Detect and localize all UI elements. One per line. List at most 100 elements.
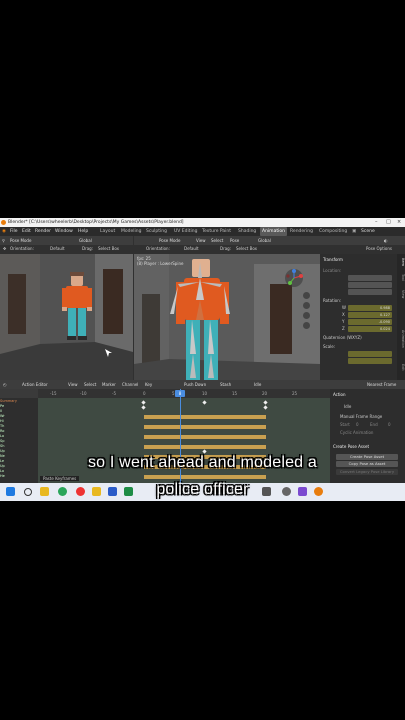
tab-modeling[interactable]: Modeling xyxy=(121,227,141,236)
keyframe[interactable] xyxy=(202,400,207,405)
tab-uv-editing[interactable]: UV Editing xyxy=(174,227,197,236)
transform-section-header[interactable]: Transform xyxy=(323,257,343,262)
keyframe[interactable] xyxy=(263,405,268,410)
maximize-icon[interactable]: □ xyxy=(386,218,391,227)
blender-menu-icon[interactable]: ◉ xyxy=(2,227,6,236)
tab-compositing[interactable]: Compositing xyxy=(319,227,347,236)
rotation-x-field[interactable]: 0.127 xyxy=(348,312,392,318)
keyframe[interactable] xyxy=(141,400,146,405)
rotation-y-field[interactable]: -0.090 xyxy=(348,319,392,325)
tab-shading[interactable]: Shading xyxy=(238,227,256,236)
tab-view[interactable]: View xyxy=(397,290,405,298)
navigation-gizmo-icon[interactable] xyxy=(284,268,304,288)
stash-button[interactable]: Stash xyxy=(220,380,231,389)
right-mode-dropdown[interactable]: Pose Mode xyxy=(159,236,180,245)
right-transform-dropdown[interactable]: Global xyxy=(258,236,271,245)
menu-window[interactable]: Window xyxy=(55,227,73,236)
scene-selector[interactable]: Scene xyxy=(361,227,375,236)
active-bone-readout: (8) Player : LowerSpine xyxy=(137,261,184,266)
tab-animation[interactable]: Animation xyxy=(260,227,287,236)
menu-help[interactable]: Help xyxy=(78,227,88,236)
tab-rendering[interactable]: Rendering xyxy=(290,227,313,236)
menu-select[interactable]: Select xyxy=(211,236,223,245)
location-z-field[interactable] xyxy=(348,289,392,295)
dopesheet-menu-channel[interactable]: Channel xyxy=(122,380,138,389)
action-sidebar-panel: Action Idle Manual Frame Range Start 0 E… xyxy=(330,389,405,494)
keyframe-hold-bar[interactable] xyxy=(144,425,266,429)
menu-file[interactable]: File xyxy=(10,227,18,236)
location-y-field[interactable] xyxy=(348,282,392,288)
left-mode-dropdown[interactable]: Pose Mode xyxy=(10,236,31,245)
menu-pose[interactable]: Pose xyxy=(230,236,239,245)
frame-end-field[interactable]: 0 xyxy=(388,422,391,427)
cyclic-animation-checkbox[interactable]: Cyclic Animation xyxy=(340,430,373,435)
dopesheet-menu-view[interactable]: View xyxy=(68,380,78,389)
tab-animation-sidebar[interactable]: Animation xyxy=(397,330,405,348)
menu-edit[interactable]: Edit xyxy=(22,227,31,236)
left-drag-dropdown[interactable]: Select Box xyxy=(98,245,119,253)
close-icon[interactable]: × xyxy=(397,218,401,227)
keyframe-hold-bar[interactable] xyxy=(144,475,266,479)
tab-texture-paint[interactable]: Texture Paint xyxy=(202,227,231,236)
camera-view-icon[interactable] xyxy=(303,312,310,319)
pose-options-dropdown[interactable]: Pose Options xyxy=(366,245,392,253)
location-x-field[interactable] xyxy=(348,275,392,281)
armature-icon: ⚲ xyxy=(2,238,5,243)
zoom-icon[interactable] xyxy=(303,292,310,299)
tab-edit[interactable]: Edit xyxy=(397,364,405,371)
push-down-button[interactable]: Push Down xyxy=(184,380,206,389)
snap-mode-dropdown[interactable]: Nearest Frame xyxy=(367,380,396,389)
keyframe-hold-bar[interactable] xyxy=(144,445,266,449)
frame-tick: 15 xyxy=(232,391,238,396)
dopesheet-header: ◴ Action Editor View Select Marker Chann… xyxy=(0,380,405,389)
action-section-header[interactable]: Action xyxy=(333,392,346,397)
frame-tick: 10 xyxy=(202,391,208,396)
keyframe[interactable] xyxy=(141,405,146,410)
right-drag-dropdown[interactable]: Select Box xyxy=(236,245,257,253)
right-orientation-dropdown[interactable]: Default xyxy=(184,245,199,253)
create-pose-asset-header[interactable]: Create Pose Asset xyxy=(333,444,369,449)
keyframe-hold-bar[interactable] xyxy=(144,435,266,439)
left-viewport-render[interactable] xyxy=(0,254,133,380)
editor-mode-dropdown[interactable]: Action Editor xyxy=(22,380,48,389)
frame-start-field[interactable]: 0 xyxy=(356,422,359,427)
tab-tool[interactable]: Tool xyxy=(397,274,405,281)
left-orientation-dropdown[interactable]: Default xyxy=(50,245,65,253)
current-frame-indicator[interactable]: 8 xyxy=(175,390,185,397)
dopesheet-menu-select[interactable]: Select xyxy=(84,380,96,389)
rotation-w-field[interactable]: 0.988 xyxy=(348,305,392,311)
orientation-icon: ✥ xyxy=(3,246,7,251)
menu-render[interactable]: Render xyxy=(35,227,51,236)
scale-x-field[interactable] xyxy=(348,351,392,357)
rotation-x-axis: X xyxy=(342,312,345,317)
scale-label: Scale: xyxy=(323,344,336,349)
action-selector[interactable]: Idle xyxy=(254,380,261,389)
overlay-shading-icon[interactable]: ◐ xyxy=(384,236,388,245)
tab-layout[interactable]: Layout xyxy=(100,227,115,236)
tab-item[interactable]: Item xyxy=(397,258,405,266)
action-name-field[interactable]: Idle xyxy=(344,404,351,409)
keyframe[interactable] xyxy=(263,400,268,405)
top-menubar: ◉ File Edit Render Window Help Layout Mo… xyxy=(0,227,405,236)
rotation-y-axis: Y xyxy=(342,319,345,324)
rotation-z-field[interactable]: 0.024 xyxy=(348,326,392,332)
scene-icon: ▣ xyxy=(352,229,357,234)
pan-hand-icon[interactable] xyxy=(303,302,310,309)
minimize-icon[interactable]: – xyxy=(375,218,378,227)
keyframe[interactable] xyxy=(202,449,207,454)
keyframe-hold-bar[interactable] xyxy=(144,415,266,419)
subtitle-line-1: so I went ahead and modeled a xyxy=(87,454,318,471)
left-viewport-header: ⚲ Pose Mode Global xyxy=(0,236,133,245)
channel-row[interactable]: He xyxy=(0,474,38,479)
right-orientation-label: Orientation: xyxy=(146,246,170,251)
left-transform-dropdown[interactable]: Global xyxy=(79,236,92,245)
perspective-toggle-icon[interactable] xyxy=(303,322,310,329)
tab-sculpting[interactable]: Sculpting xyxy=(146,227,167,236)
menu-view[interactable]: View xyxy=(196,236,206,245)
scale-y-field[interactable] xyxy=(348,358,392,364)
manual-frame-range-checkbox[interactable]: Manual Frame Range xyxy=(340,414,382,419)
rotation-mode-dropdown[interactable]: Quaternion (WXYZ) xyxy=(323,335,362,340)
dopesheet-menu-key[interactable]: Key xyxy=(145,380,152,389)
editor-type-icon[interactable]: ◴ xyxy=(3,380,7,389)
dopesheet-menu-marker[interactable]: Marker xyxy=(102,380,116,389)
